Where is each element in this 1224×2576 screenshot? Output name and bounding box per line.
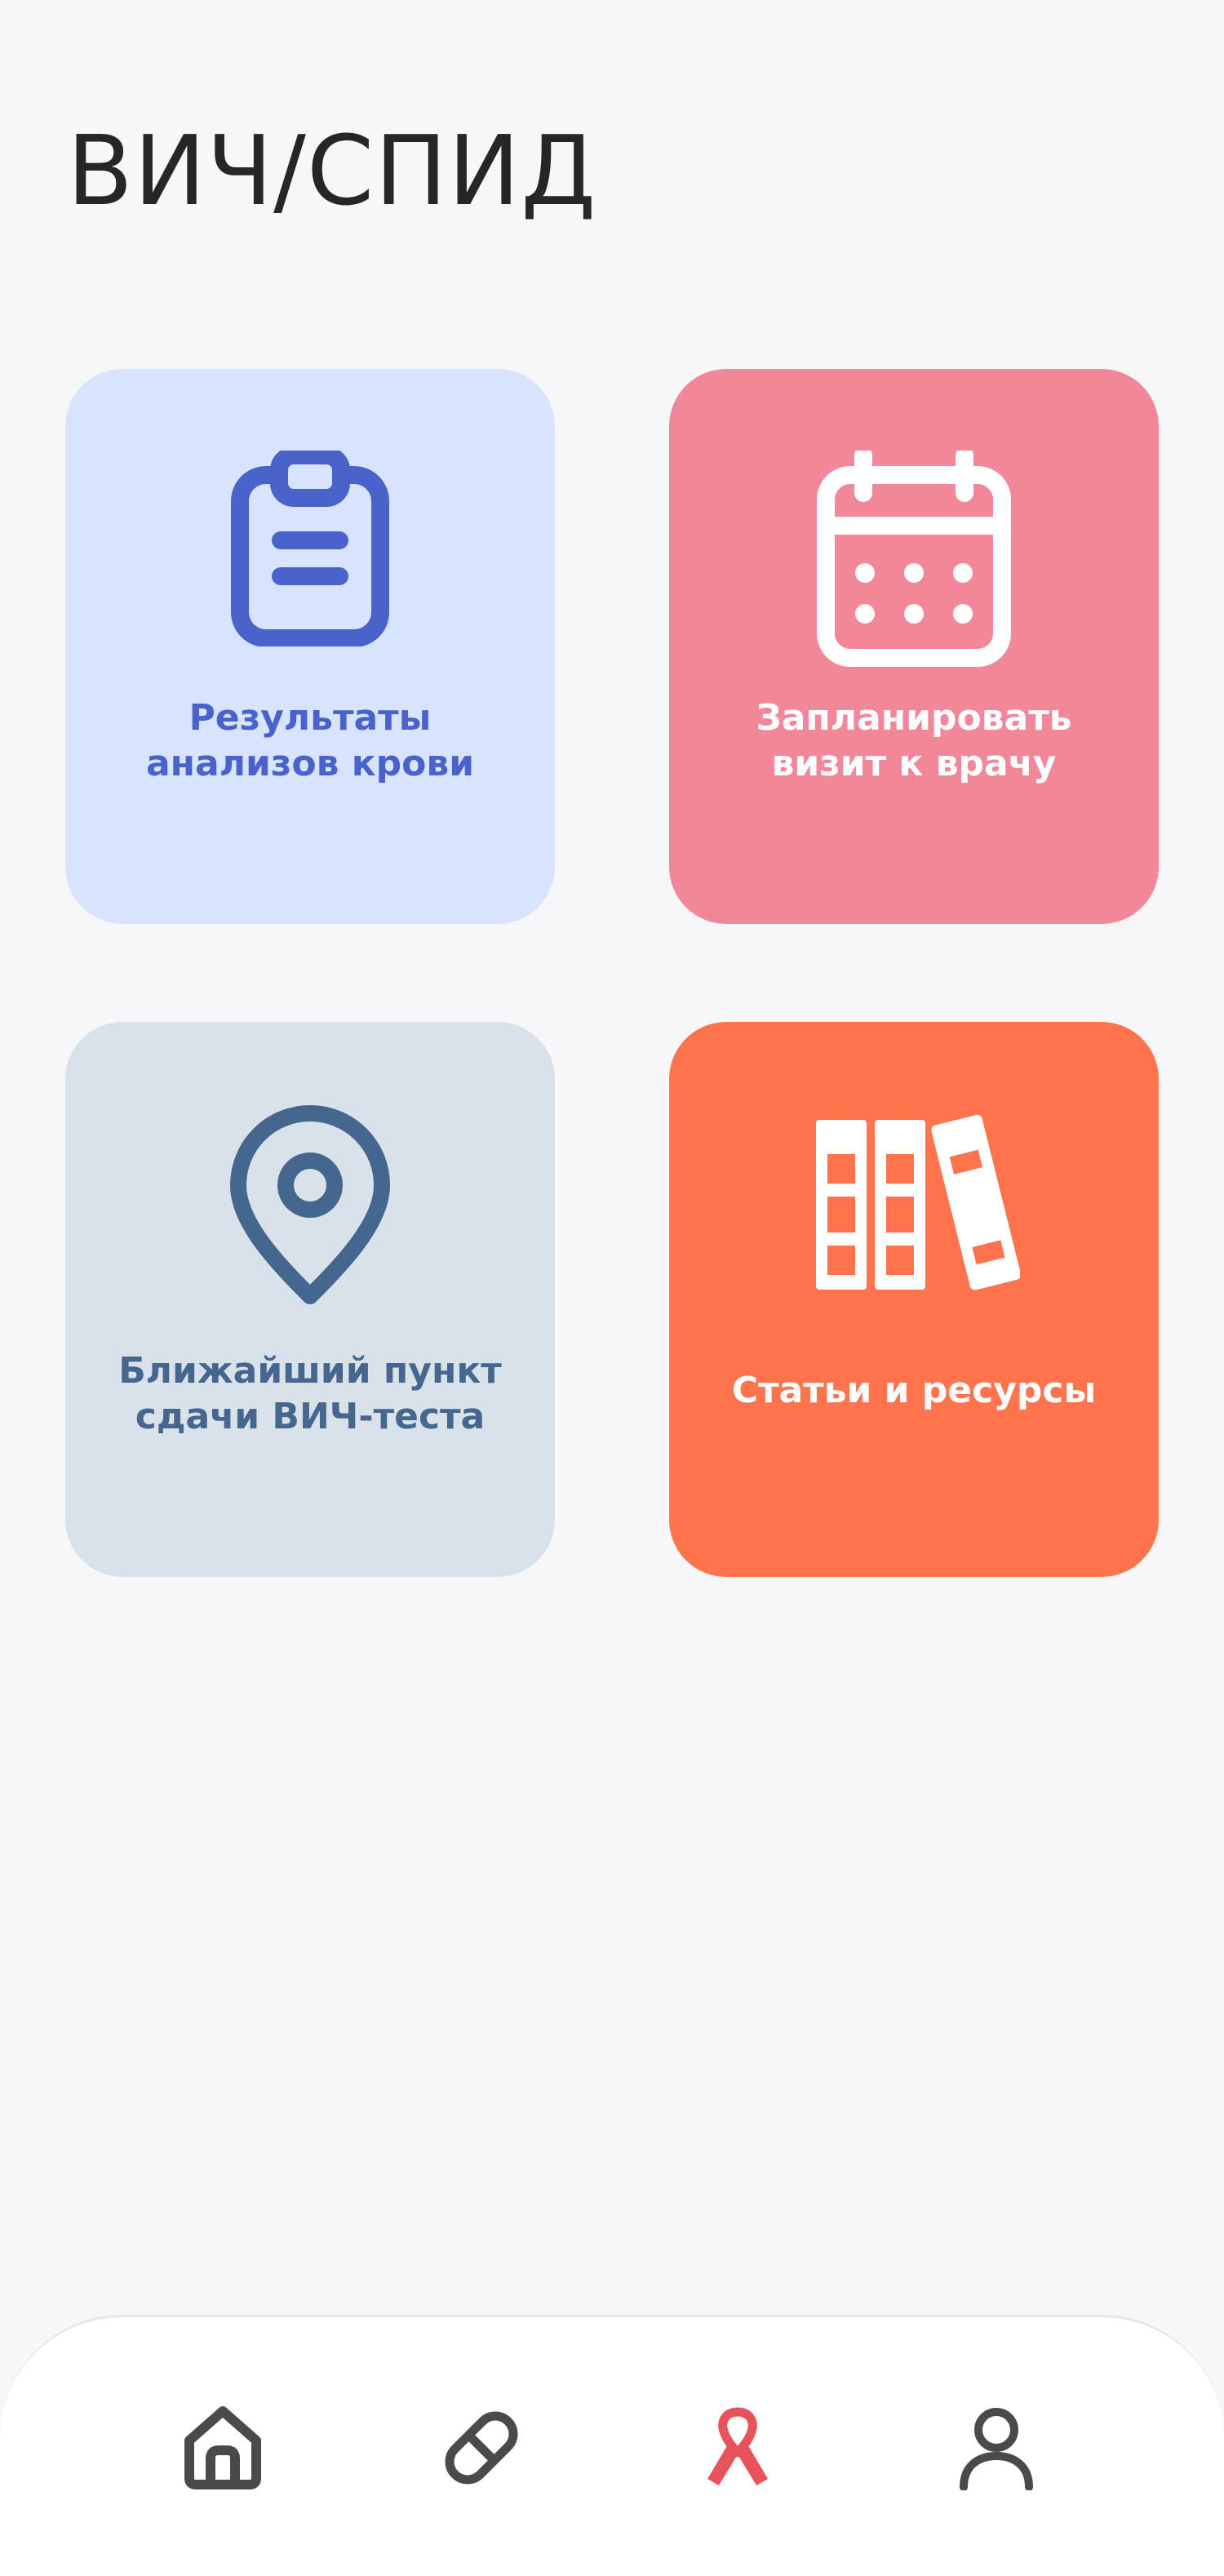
clipboard-icon <box>65 451 555 646</box>
schedule-visit-tile[interactable]: Запланировать визит к врачу <box>669 369 1159 924</box>
nearest-test-location-tile[interactable]: Ближайший пункт сдачи ВИЧ-теста <box>65 1022 555 1577</box>
nav-home[interactable] <box>174 2399 272 2497</box>
articles-resources-tile[interactable]: Статьи и ресурсы <box>669 1022 1159 1577</box>
tile-label: Ближайший пункт сдачи ВИЧ-теста <box>118 1350 502 1437</box>
nav-hiv-aids[interactable] <box>689 2399 787 2497</box>
page-title: ВИЧ/СПИД <box>67 114 597 227</box>
tile-label: Запланировать визит к врачу <box>756 697 1072 784</box>
nav-profile[interactable] <box>947 2399 1045 2497</box>
nav-medications[interactable] <box>432 2399 530 2497</box>
ribbon-icon <box>707 2407 768 2485</box>
blood-test-results-tile[interactable]: Результаты анализов крови <box>65 369 555 924</box>
pill-icon <box>445 2411 518 2485</box>
books-icon <box>669 1112 1159 1299</box>
tile-label: Статьи и ресурсы <box>731 1370 1097 1411</box>
home-icon <box>184 2406 261 2489</box>
calendar-icon <box>669 451 1159 671</box>
map-pin-icon <box>65 1104 555 1308</box>
profile-icon <box>960 2408 1033 2490</box>
tile-label: Результаты анализов крови <box>145 697 475 784</box>
bottom-navigation <box>0 2315 1224 2576</box>
